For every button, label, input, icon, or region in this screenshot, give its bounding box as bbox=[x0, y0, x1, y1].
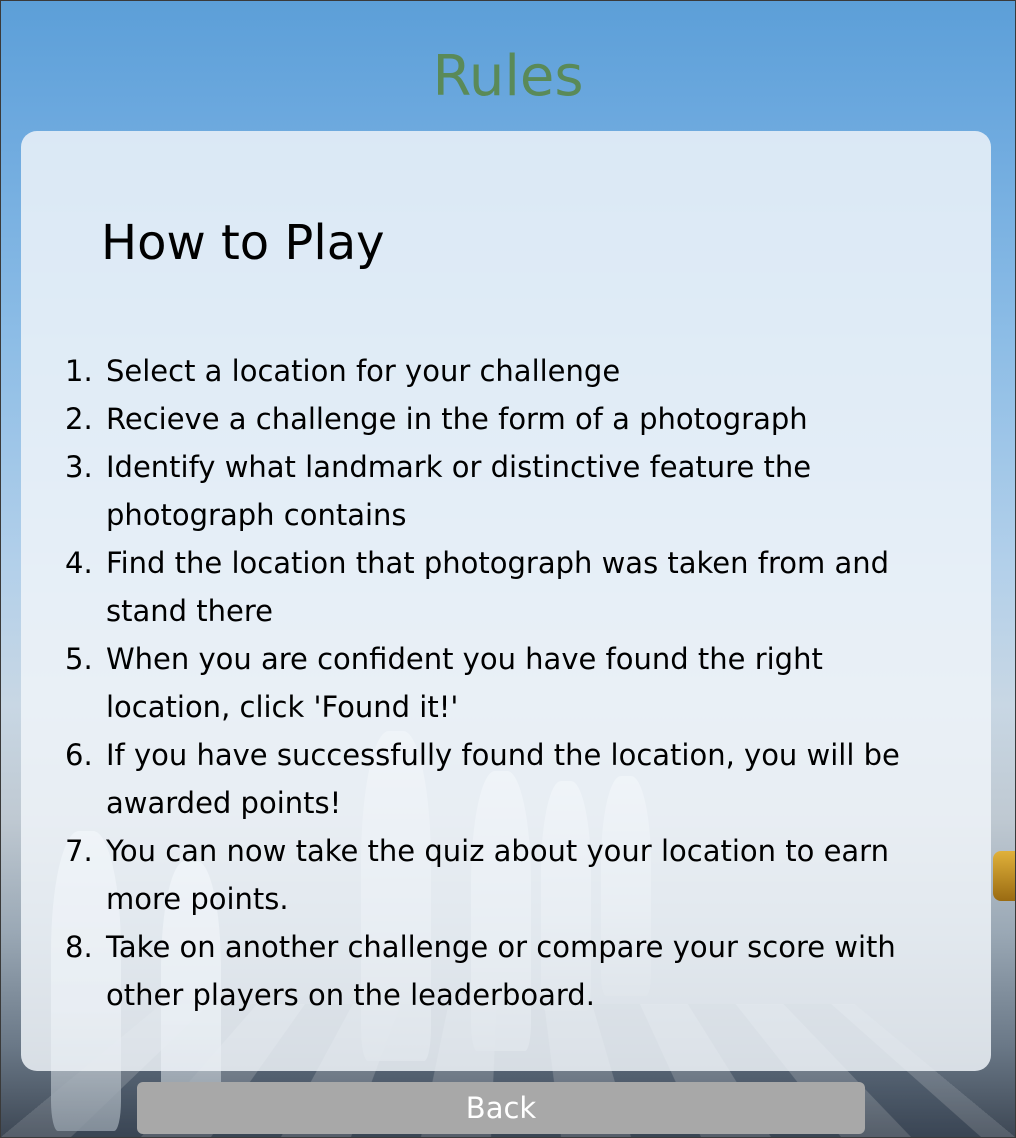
rule-item-6: 6. If you have successfully found the loc… bbox=[65, 731, 945, 827]
rule-item-4: 4. Find the location that photograph was … bbox=[65, 539, 945, 635]
rule-text: You can now take the quiz about your loc… bbox=[106, 834, 889, 916]
how-to-play-heading: How to Play bbox=[101, 215, 385, 271]
page-title: Rules bbox=[432, 44, 584, 109]
rules-page: Rules How to Play 1. Select a location fo… bbox=[0, 0, 1016, 1138]
gold-chess-piece-background-icon bbox=[993, 851, 1015, 901]
rule-item-7: 7. You can now take the quiz about your l… bbox=[65, 827, 945, 923]
rule-number: 6. bbox=[65, 738, 93, 772]
rule-item-3: 3. Identify what landmark or distinctive … bbox=[65, 443, 945, 539]
rule-number: 1. bbox=[65, 354, 93, 388]
rule-number: 5. bbox=[65, 642, 93, 676]
rule-number: 4. bbox=[65, 546, 93, 580]
rule-text: Select a location for your challenge bbox=[106, 354, 621, 388]
rule-text: Take on another challenge or compare you… bbox=[106, 930, 896, 1012]
rule-item-1: 1. Select a location for your challenge bbox=[65, 347, 945, 395]
rule-number: 2. bbox=[65, 402, 93, 436]
rule-number: 7. bbox=[65, 834, 93, 868]
rule-item-8: 8. Take on another challenge or compare y… bbox=[65, 923, 945, 1019]
rules-list: 1. Select a location for your challenge 2… bbox=[65, 347, 945, 1019]
rule-number: 3. bbox=[65, 450, 93, 484]
back-button[interactable]: Back bbox=[137, 1082, 865, 1134]
rule-text: When you are confident you have found th… bbox=[106, 642, 823, 724]
rule-text: Recieve a challenge in the form of a pho… bbox=[106, 402, 808, 436]
rule-text: Identify what landmark or distinctive fe… bbox=[106, 450, 812, 532]
rule-text: If you have successfully found the locat… bbox=[106, 738, 900, 820]
rules-card: How to Play 1. Select a location for your… bbox=[21, 131, 991, 1071]
rule-number: 8. bbox=[65, 930, 93, 964]
rule-item-2: 2. Recieve a challenge in the form of a p… bbox=[65, 395, 945, 443]
rule-item-5: 5. When you are confident you have found … bbox=[65, 635, 945, 731]
rule-text: Find the location that photograph was ta… bbox=[106, 546, 890, 628]
